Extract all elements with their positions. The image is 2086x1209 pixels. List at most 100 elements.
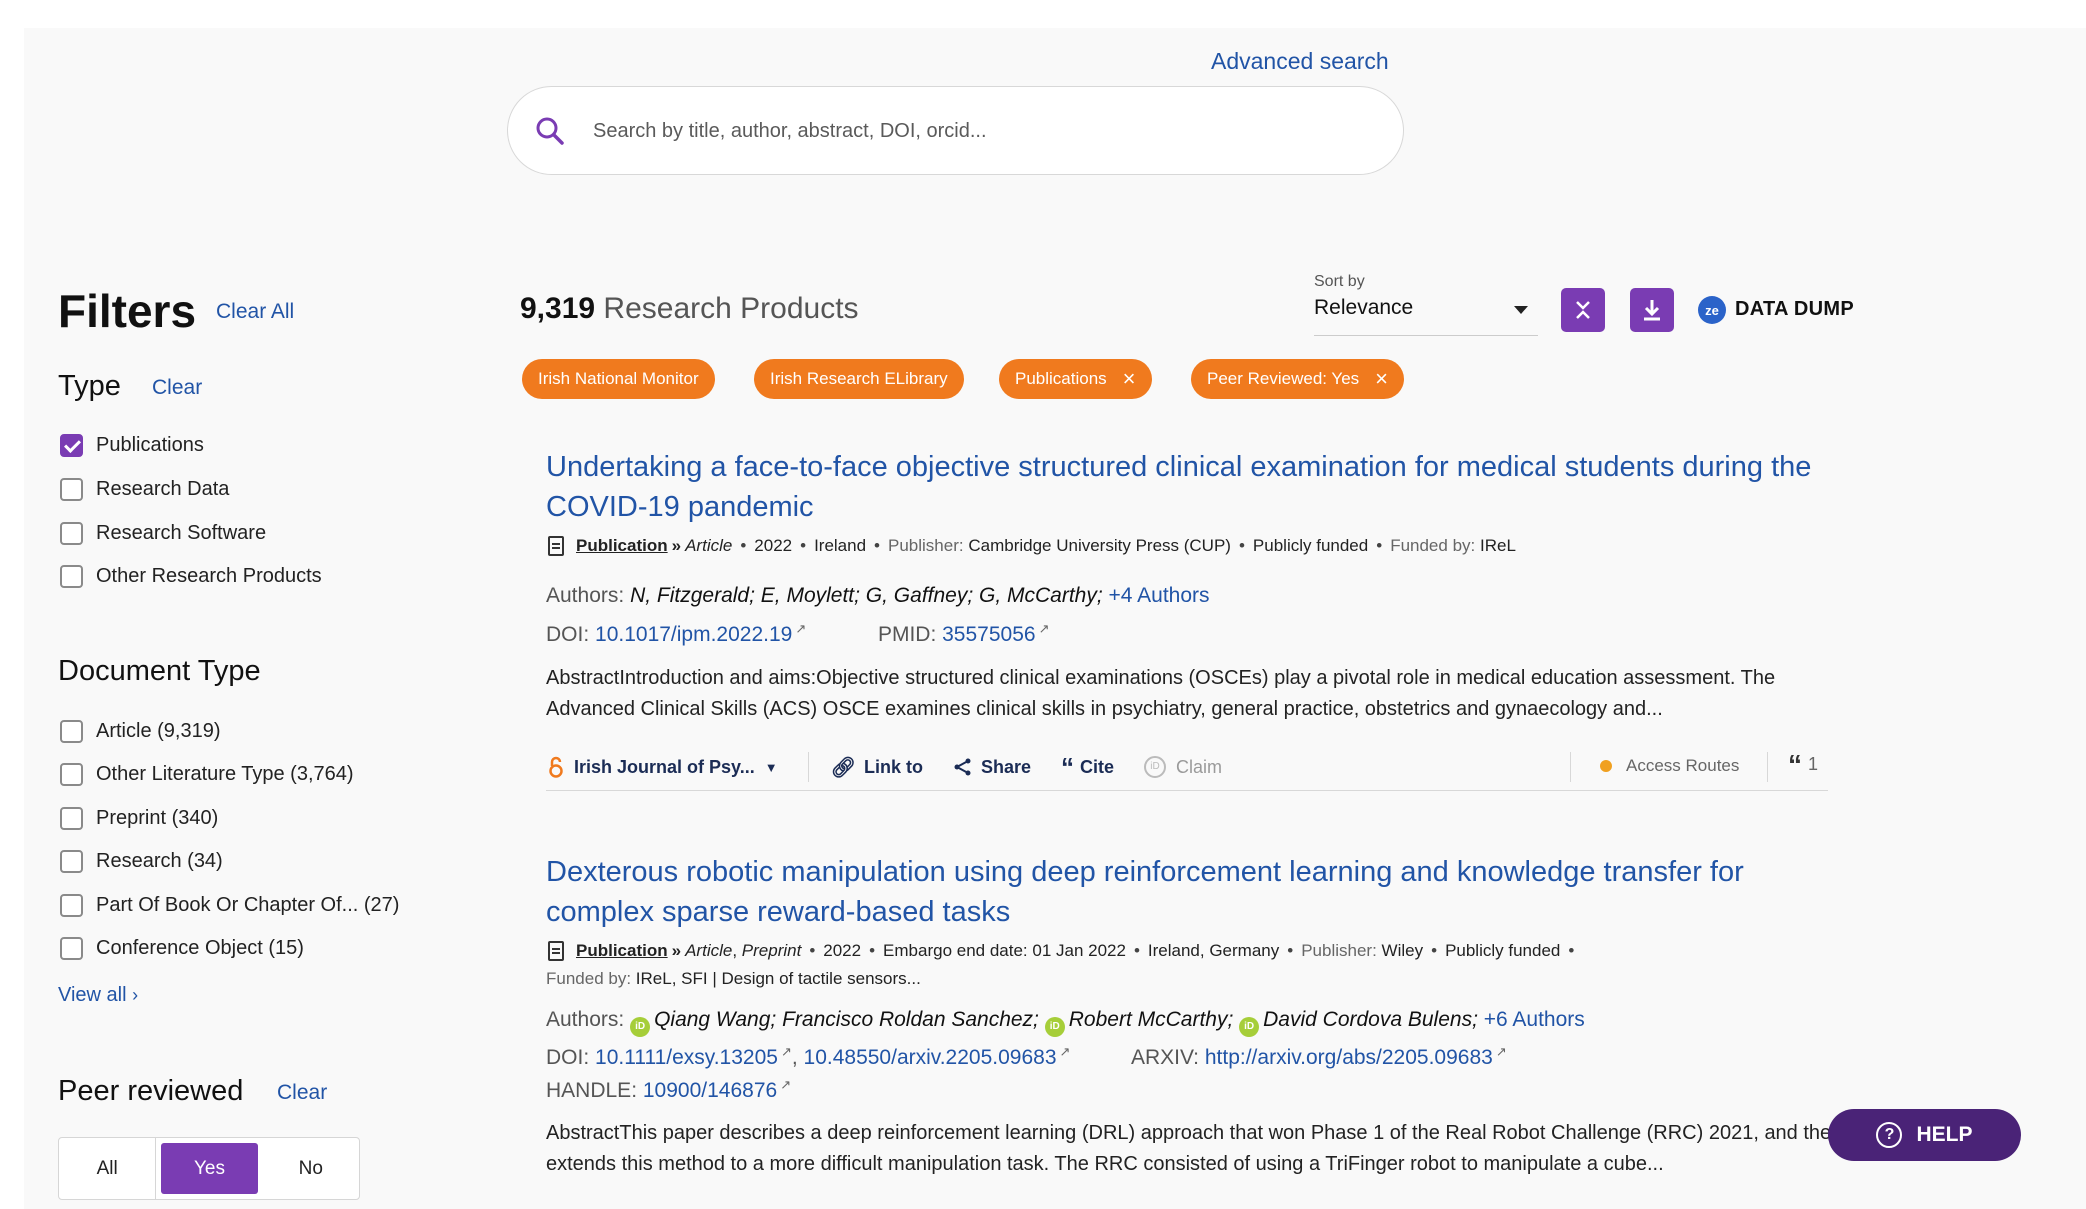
cite-button[interactable]: “ Cite: [1061, 754, 1115, 780]
chevron-right-icon: ›: [132, 985, 139, 1005]
chip-label: Irish Research ELibrary: [770, 369, 948, 388]
type-option-publications[interactable]: Publications: [60, 434, 204, 457]
search-input[interactable]: [593, 111, 1353, 151]
checkbox[interactable]: [60, 850, 83, 873]
results-count-number: 9,319: [520, 292, 596, 325]
sort-select[interactable]: Relevance: [1314, 296, 1538, 336]
checkbox[interactable]: [60, 720, 83, 743]
result-type[interactable]: Publication: [576, 536, 668, 556]
source-dropdown[interactable]: Irish Journal of Psy... ▼: [548, 756, 778, 778]
checkbox[interactable]: [60, 434, 83, 457]
access-routes[interactable]: Access Routes: [1600, 756, 1739, 776]
peer-reviewed-title: Peer reviewed: [58, 1075, 244, 1107]
cite-label: Cite: [1080, 756, 1115, 777]
doctype-option-conference[interactable]: Conference Object (15): [60, 937, 304, 960]
orcid-icon: iD: [1144, 756, 1167, 778]
result-title[interactable]: Undertaking a face-to-face objective str…: [546, 447, 1846, 527]
author[interactable]: Robert McCarthy;: [1069, 1008, 1234, 1031]
external-link-icon: ↗: [1495, 1044, 1507, 1059]
link-to-button[interactable]: 🔗︎ Link to: [831, 755, 923, 780]
result-country: Ireland: [814, 536, 867, 555]
share-button[interactable]: Share: [953, 757, 1031, 778]
option-label: Other Literature Type (3,764): [96, 763, 354, 785]
checkbox[interactable]: [60, 807, 83, 830]
checkbox[interactable]: [60, 937, 83, 960]
checkbox[interactable]: [60, 894, 83, 917]
option-label: Research Software: [96, 522, 267, 544]
chip-label: Publications: [1015, 369, 1107, 388]
result-identifiers: DOI: 10.1017/ipm.2022.19 ↗ PMID: 35575056…: [546, 621, 1049, 647]
download-icon: [1644, 300, 1660, 321]
type-clear-button[interactable]: Clear: [152, 376, 202, 400]
handle-label: HANDLE:: [546, 1079, 638, 1102]
collapse-button[interactable]: [1561, 288, 1605, 332]
chip-irish-national-monitor: Irish National Monitor: [522, 359, 715, 399]
download-button[interactable]: [1630, 288, 1674, 332]
doi-label: DOI:: [546, 623, 590, 646]
sort-by-label: Sort by: [1314, 273, 1365, 290]
zenodo-icon: ze: [1698, 296, 1726, 324]
pmid-link[interactable]: 35575056: [942, 623, 1035, 646]
doi-label: DOI:: [546, 1046, 590, 1069]
result-meta: Publication » Article, Preprint • 2022 • E…: [548, 941, 1582, 961]
more-authors-link[interactable]: +6 Authors: [1484, 1008, 1585, 1031]
result-actions: Irish Journal of Psy... ▼ 🔗︎ Link to Sha…: [548, 752, 1252, 782]
authors-label: Authors:: [546, 584, 625, 607]
clear-all-button[interactable]: Clear All: [216, 300, 294, 324]
doctype-option-part-of-book[interactable]: Part Of Book Or Chapter Of... (27): [60, 894, 399, 917]
result-subtype: Preprint: [741, 941, 802, 960]
doi-link[interactable]: 10.1111/exsy.13205: [595, 1046, 778, 1069]
result-authors: Authors: N, Fitzgerald; E, Moylett; G, G…: [546, 584, 1210, 608]
funded-by-label: Funded by:: [1390, 536, 1476, 555]
doctype-option-preprint[interactable]: Preprint (340): [60, 807, 218, 830]
more-authors-link[interactable]: +4 Authors: [1109, 584, 1210, 607]
type-filter-title: Type: [58, 370, 121, 402]
result-publisher: Wiley: [1381, 941, 1424, 960]
external-link-icon: ↗: [1059, 1044, 1071, 1059]
doi-link[interactable]: 10.48550/arxiv.2205.09683: [804, 1046, 1057, 1069]
quote-icon: “: [1788, 748, 1802, 780]
type-option-research-software[interactable]: Research Software: [60, 522, 266, 545]
author[interactable]: David Cordova Bulens;: [1263, 1008, 1478, 1031]
doctype-option-article[interactable]: Article (9,319): [60, 720, 221, 743]
doi-link[interactable]: 10.1017/ipm.2022.19: [595, 623, 792, 646]
peer-option-all[interactable]: All: [59, 1138, 157, 1199]
orcid-icon[interactable]: iD: [1239, 1017, 1260, 1037]
peer-option-yes[interactable]: Yes: [161, 1143, 258, 1194]
close-icon[interactable]: ×: [1123, 368, 1136, 390]
advanced-search-link[interactable]: Advanced search: [1211, 48, 1389, 75]
pmid-label: PMID:: [877, 623, 937, 646]
option-label: Preprint (340): [96, 807, 219, 829]
data-dump-link[interactable]: DATA DUMP: [1735, 298, 1854, 321]
orcid-icon[interactable]: iD: [630, 1017, 651, 1037]
checkbox[interactable]: [60, 565, 83, 588]
view-all-link[interactable]: View all ›: [58, 984, 138, 1007]
doctype-option-other-literature[interactable]: Other Literature Type (3,764): [60, 763, 354, 786]
result-funding: Publicly funded: [1445, 941, 1561, 960]
doctype-option-research[interactable]: Research (34): [60, 850, 223, 873]
search-bar[interactable]: [507, 86, 1404, 175]
checkbox[interactable]: [60, 522, 83, 545]
result-title[interactable]: Dexterous robotic manipulation using dee…: [546, 852, 1846, 932]
handle-link[interactable]: 10900/146876: [643, 1079, 777, 1102]
option-label: Publications: [96, 434, 204, 456]
peer-reviewed-clear-button[interactable]: Clear: [277, 1081, 327, 1105]
search-icon: [536, 117, 564, 145]
result-funded-by: IReL, SFI | Design of tactile sensors...: [635, 969, 921, 988]
arxiv-link[interactable]: http://arxiv.org/abs/2205.09683: [1205, 1046, 1493, 1069]
close-icon[interactable]: ×: [1375, 368, 1388, 390]
claim-button[interactable]: iD Claim: [1144, 756, 1222, 778]
result-type[interactable]: Publication: [576, 941, 668, 961]
checkbox[interactable]: [60, 763, 83, 786]
option-label: Part Of Book Or Chapter Of... (27): [96, 894, 400, 916]
divider: [807, 752, 809, 782]
peer-option-no[interactable]: No: [263, 1138, 359, 1199]
orcid-icon[interactable]: iD: [1044, 1017, 1065, 1037]
author[interactable]: Qiang Wang;: [654, 1008, 776, 1031]
type-option-research-data[interactable]: Research Data: [60, 478, 229, 501]
help-button[interactable]: ? HELP: [1828, 1109, 2021, 1161]
type-option-other[interactable]: Other Research Products: [60, 565, 322, 588]
author[interactable]: Francisco Roldan Sanchez;: [782, 1008, 1039, 1031]
double-chevron-icon: »: [671, 941, 682, 960]
checkbox[interactable]: [60, 478, 83, 501]
